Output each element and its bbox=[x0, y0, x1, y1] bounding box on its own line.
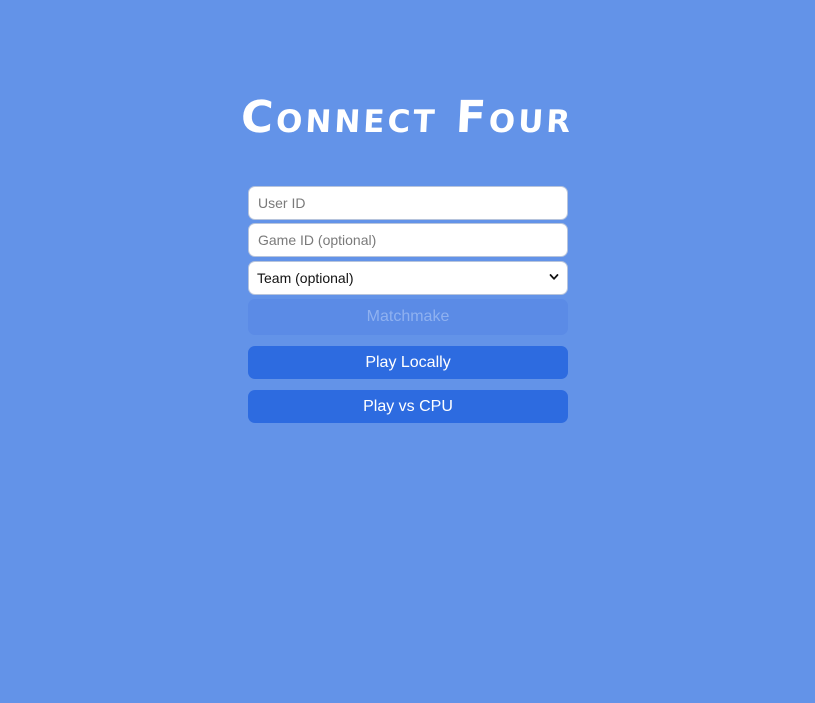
team-select-wrapper: Team (optional) bbox=[248, 261, 568, 295]
matchmake-button[interactable]: Matchmake bbox=[248, 299, 568, 335]
game-setup-form: Team (optional) Matchmake Play Locally P… bbox=[248, 186, 568, 423]
user-id-input[interactable] bbox=[248, 186, 568, 220]
play-vs-cpu-button[interactable]: Play vs CPU bbox=[248, 390, 568, 423]
team-select[interactable]: Team (optional) bbox=[248, 261, 568, 295]
game-id-input[interactable] bbox=[248, 223, 568, 257]
page-title-wrapper: Connect Four bbox=[0, 82, 815, 152]
page-title: Connect Four bbox=[239, 91, 576, 143]
play-locally-button[interactable]: Play Locally bbox=[248, 346, 568, 379]
